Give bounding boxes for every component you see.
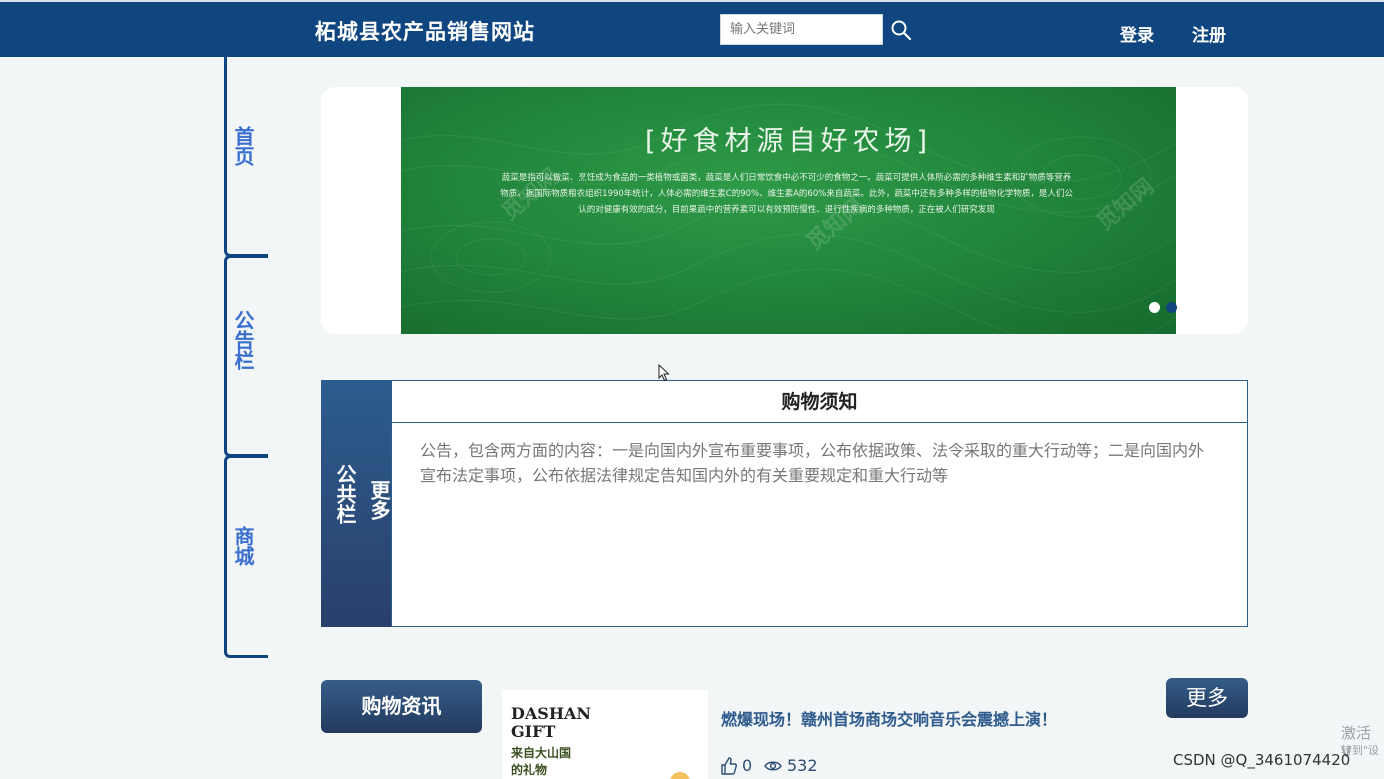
sidebar-item-shop[interactable]: 商城 <box>231 526 258 566</box>
banner-heading: [好食材源自好农场] <box>644 126 933 157</box>
news-more-button[interactable]: 更多 <box>1166 678 1248 718</box>
search-icon[interactable] <box>890 19 912 41</box>
thumb-text: GIFT <box>511 722 556 741</box>
view-count: 532 <box>787 756 818 775</box>
search-input[interactable] <box>720 14 883 45</box>
news-thumbnail[interactable]: DASHAN GIFT 来自大山国 的礼物 <box>502 690 708 779</box>
thumb-text: 的礼物 <box>511 763 548 777</box>
login-link[interactable]: 登录 <box>1120 21 1154 46</box>
sidebar-item-notice-board[interactable]: 公告栏 <box>231 310 258 370</box>
register-link[interactable]: 注册 <box>1192 21 1226 46</box>
carousel-dot-2[interactable] <box>1166 302 1177 313</box>
notice-panel: 购物须知 公告，包含两方面的内容：一是向国内外宣布重要事项，公布依据政策、法令采… <box>391 380 1248 627</box>
thumb-text: 来自大山国 <box>511 746 572 760</box>
banner-text: 蔬菜是指可以做菜、烹饪成为食品的一类植物或菌类，蔬菜是人们日常饮食中必不可少的食… <box>500 173 1073 215</box>
side-nav: 首页 公告栏 商城 <box>224 57 268 660</box>
thumb-decoration <box>670 772 690 779</box>
news-tab[interactable]: 购物资讯 <box>321 680 482 733</box>
top-navbar: 柘城县农产品销售网站 登录 注册 <box>0 0 1384 57</box>
csdn-watermark: CSDN @Q_3461074420 <box>1173 751 1351 769</box>
carousel-dot-1[interactable] <box>1149 302 1160 313</box>
notice-more-link[interactable]: 更多 <box>367 480 391 520</box>
notice-title[interactable]: 购物须知 <box>392 381 1247 423</box>
like-count: 0 <box>742 756 753 775</box>
thumb-text: DASHAN <box>511 704 591 723</box>
notice-body: 公告，包含两方面的内容：一是向国内外宣布重要事项，公布依据政策、法令采取的重大行… <box>420 441 1205 485</box>
notice-tab-title: 公共栏 <box>333 464 357 524</box>
news-item-title[interactable]: 燃爆现场！赣州首场商场交响音乐会震撼上演！ <box>721 706 1057 730</box>
thumbs-up-icon[interactable] <box>721 757 737 775</box>
notice-tab: 公共栏 更多 <box>321 380 392 627</box>
mouse-cursor-icon <box>658 364 670 382</box>
sidebar-item-home[interactable]: 首页 <box>231 126 258 166</box>
site-title[interactable]: 柘城县农产品销售网站 <box>315 16 535 46</box>
banner-carousel-slide[interactable]: 觅知网 觅知网 觅知网 [好食材源自好农场] 蔬菜是指可以做菜、烹饪成为食品的一… <box>401 87 1176 334</box>
eye-icon <box>764 761 782 771</box>
